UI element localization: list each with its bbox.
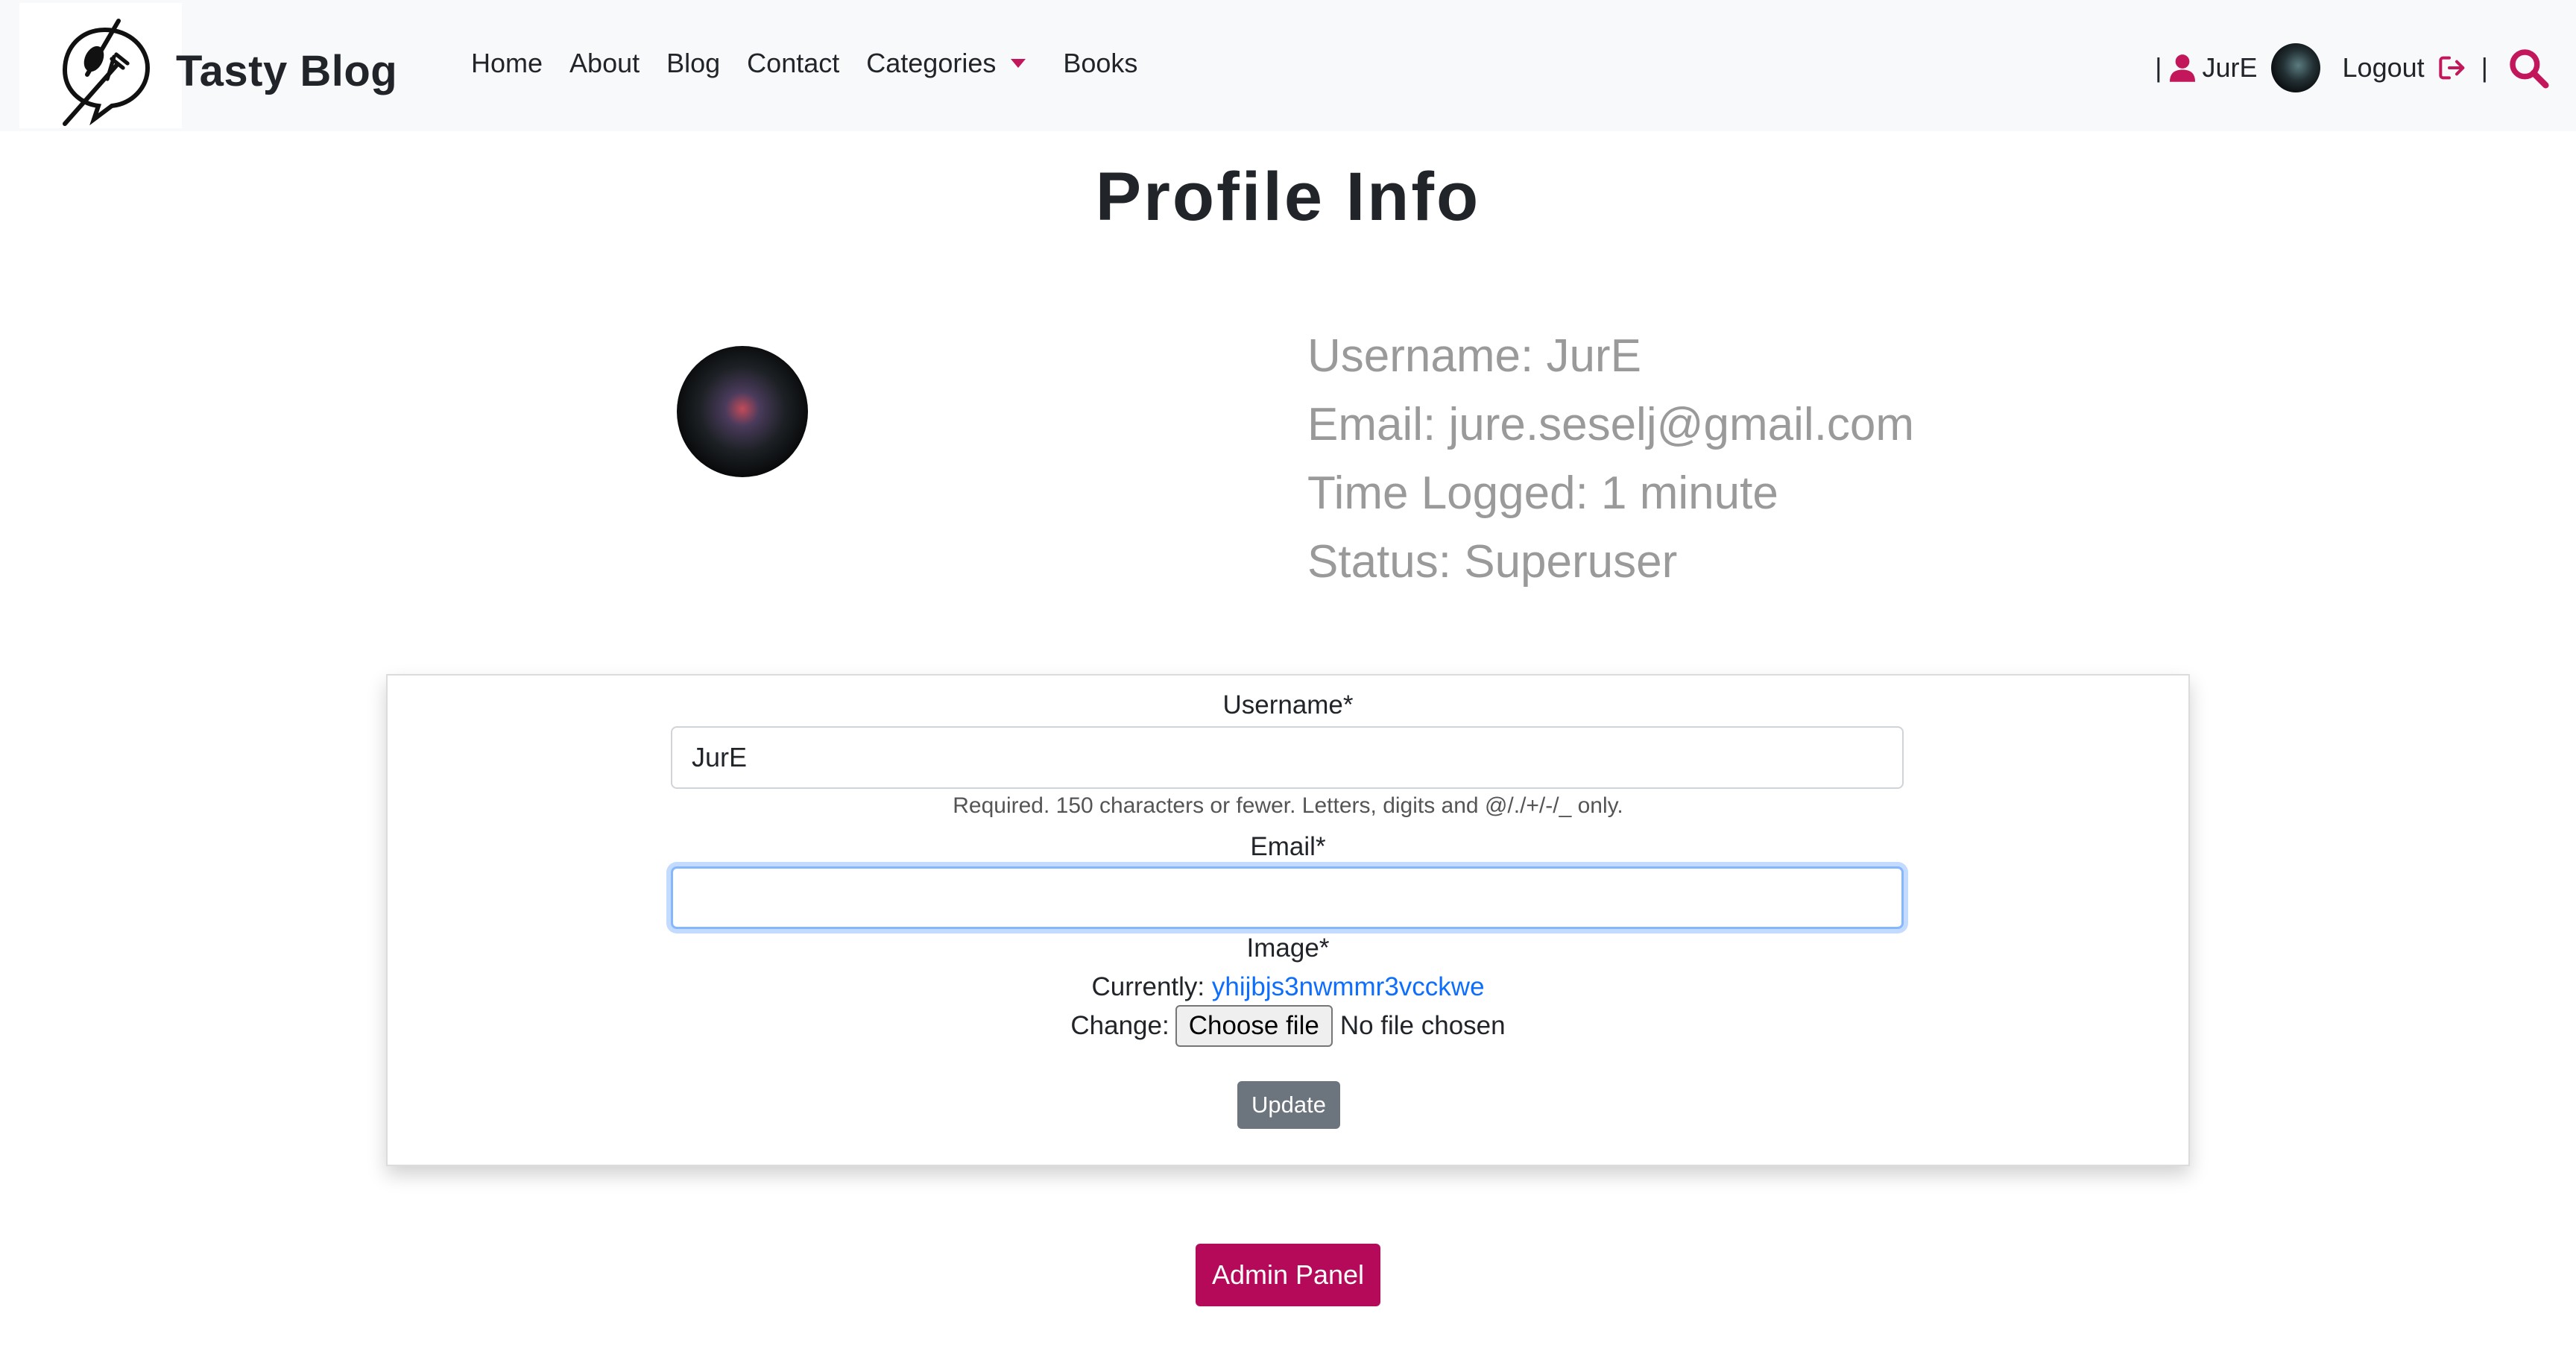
logout-icon[interactable] xyxy=(2438,55,2468,81)
change-image-row: Change: Choose file No file chosen xyxy=(388,1005,2188,1047)
nav-link-contact[interactable]: Contact xyxy=(747,48,839,79)
no-file-chosen-text: No file chosen xyxy=(1339,1011,1506,1040)
time-logged-info: Time Logged: 1 minute xyxy=(1307,468,1778,519)
email-field[interactable] xyxy=(671,866,1904,929)
change-label: Change: xyxy=(1070,1011,1169,1040)
fork-spoon-chat-icon xyxy=(62,19,151,126)
nav-links: Home About Blog Contact Categories Books xyxy=(471,48,1164,79)
profile-avatar xyxy=(677,346,808,477)
nav-avatar[interactable] xyxy=(2270,43,2320,92)
page-title: Profile Info xyxy=(1095,159,1481,235)
admin-panel-button[interactable]: Admin Panel xyxy=(1196,1244,1380,1306)
profile-update-form: Username* Required. 150 characters or fe… xyxy=(386,674,2190,1166)
brand[interactable]: Tasty Blog xyxy=(19,3,397,128)
image-label: Image* xyxy=(1246,934,1330,963)
brand-name[interactable]: Tasty Blog xyxy=(176,46,397,96)
user-nav: | JurE Logout | xyxy=(2155,42,2549,94)
logout-link[interactable]: Logout xyxy=(2343,52,2425,84)
separator: | xyxy=(2155,52,2162,83)
navbar: Tasty Blog Home About Blog Contact Categ… xyxy=(0,0,2576,131)
categories-label: Categories xyxy=(866,48,997,78)
nav-link-books[interactable]: Books xyxy=(1063,48,1137,79)
username-help-text: Required. 150 characters or fewer. Lette… xyxy=(953,793,1623,818)
email-info: Email: jure.seselj@gmail.com xyxy=(1307,399,1915,450)
nav-link-home[interactable]: Home xyxy=(471,48,543,79)
search-icon[interactable] xyxy=(2507,47,2549,89)
status-info: Status: Superuser xyxy=(1307,536,1678,588)
current-image-link[interactable]: yhijbjs3nwmmr3vcckwe xyxy=(1212,972,1485,1001)
nav-link-blog[interactable]: Blog xyxy=(666,48,720,79)
nav-link-about[interactable]: About xyxy=(569,48,640,79)
email-label: Email* xyxy=(1250,832,1326,861)
update-button[interactable]: Update xyxy=(1237,1081,1340,1129)
currently-label: Currently: xyxy=(1091,972,1205,1001)
profile-info: Username: JurE Email: jure.seselj@gmail.… xyxy=(1307,322,1914,596)
username-label: Username* xyxy=(1222,690,1354,720)
username-field[interactable] xyxy=(671,726,1904,789)
categories-dropdown[interactable]: Categories xyxy=(866,48,1026,79)
username-info: Username: JurE xyxy=(1307,330,1641,382)
nav-username[interactable]: JurE xyxy=(2203,52,2258,84)
current-image: Currently: yhijbjs3nwmmr3vcckwe xyxy=(388,972,2188,1002)
caret-down-icon xyxy=(1011,59,1026,68)
separator: | xyxy=(2481,52,2488,83)
choose-file-button[interactable]: Choose file xyxy=(1175,1005,1333,1047)
user-icon xyxy=(2169,54,2195,82)
